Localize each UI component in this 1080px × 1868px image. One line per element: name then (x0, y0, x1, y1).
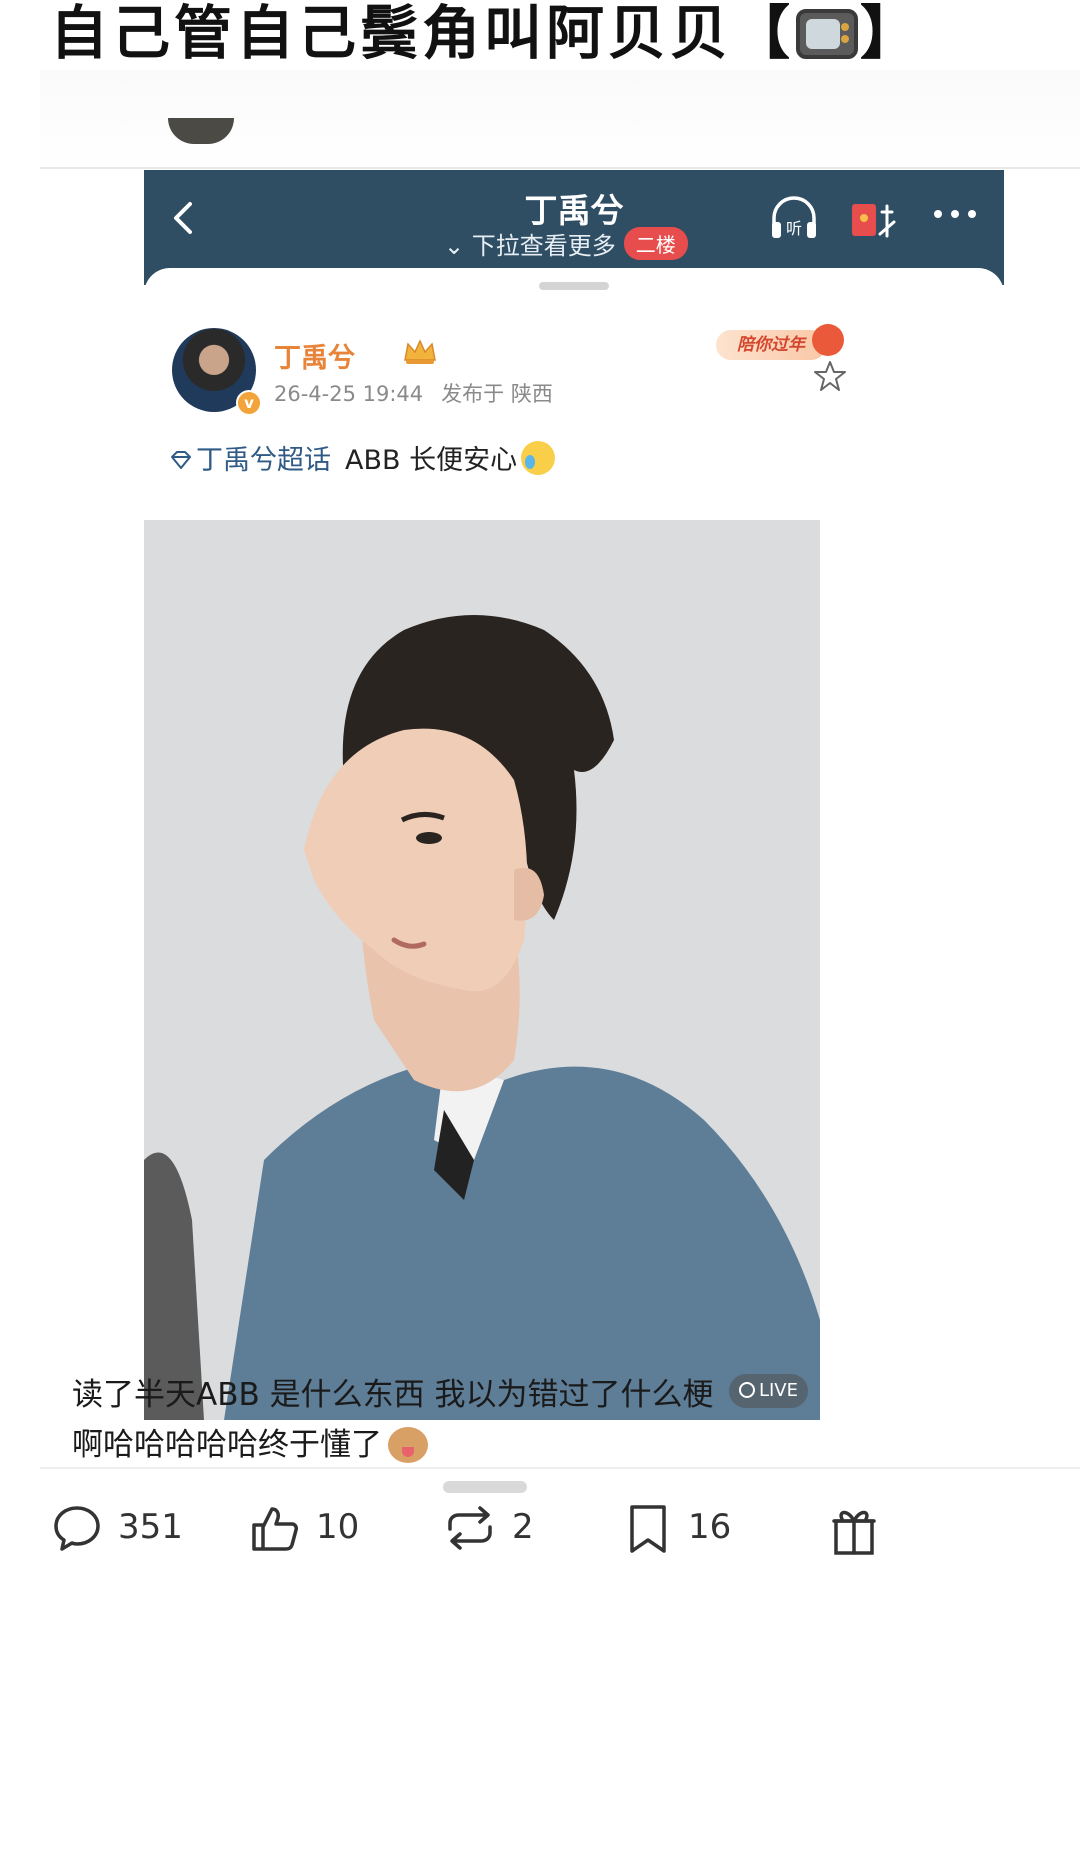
festival-badge: 陪你过年 (716, 330, 826, 360)
drag-handle[interactable] (539, 282, 609, 290)
repost-count: 2 (512, 1507, 534, 1547)
floor-badge: 二楼 (623, 227, 688, 260)
lantern-icon (812, 324, 844, 356)
post-text: 丁禹兮超话 ABB 长便安心 (168, 438, 556, 477)
gift-icon[interactable] (832, 1503, 876, 1555)
red-packet-icon[interactable] (848, 194, 898, 242)
dog-tongue-emoji-icon (388, 1427, 428, 1463)
post-meta: 26-4-25 19:44 发布于 陕西 (274, 378, 553, 408)
like-count: 10 (316, 1507, 360, 1547)
more-options-icon[interactable] (932, 204, 978, 224)
repost-icon (448, 1506, 492, 1550)
thumbs-up-icon (252, 1507, 298, 1551)
headphones-listen-icon[interactable]: 听 (768, 194, 820, 242)
post-time: 26-4-25 19:44 (274, 382, 424, 406)
divider (40, 1467, 1080, 1469)
crying-face-emoji-icon (521, 441, 556, 475)
divider (40, 167, 1080, 169)
user-name[interactable]: 丁禹兮 (274, 336, 355, 375)
action-bar: 351 10 2 16 (0, 1495, 1080, 1565)
post-source: 发布于 陕西 (441, 382, 553, 406)
favorite-button[interactable]: 16 (626, 1495, 756, 1565)
topic-link[interactable]: 丁禹兮超话 (196, 445, 331, 476)
comment-bubble-icon (54, 1506, 100, 1551)
post-body: ABB 长便安心 (345, 445, 518, 476)
bookmark-icon (630, 1505, 666, 1553)
header-subtitle[interactable]: ⌄ 下拉查看更多 二楼 (444, 226, 688, 261)
like-button[interactable]: 10 (250, 1495, 380, 1565)
pull-down-hint: ⌄ 下拉查看更多 (444, 232, 616, 260)
post-title-text: 自己管自己鬓角叫阿贝贝【 (50, 0, 795, 67)
portrait-illustration (144, 520, 820, 1420)
post-title-end: 】 (860, 0, 923, 67)
verified-badge: v (236, 390, 262, 416)
svg-text:听: 听 (786, 219, 802, 238)
favorite-count: 16 (688, 1507, 732, 1547)
post-title: 自己管自己鬓角叫阿贝贝【】 (50, 0, 922, 70)
home-indicator (443, 1481, 527, 1493)
post-photo[interactable]: LIVE (144, 520, 820, 1420)
post-caption: 读了半天ABB 是什么东西 我以为错过了什么梗 啊哈哈哈哈哈终于懂了 (72, 1370, 932, 1470)
caption-line-2-wrap: 啊哈哈哈哈哈终于懂了 (72, 1420, 932, 1470)
diamond-topic-icon (171, 451, 191, 469)
tv-icon (796, 9, 859, 59)
comment-count: 351 (118, 1507, 183, 1547)
star-icon[interactable] (812, 358, 848, 394)
vip-crown-icon (404, 339, 436, 364)
repost-button[interactable]: 2 (442, 1495, 552, 1565)
comment-button[interactable]: 351 (52, 1495, 202, 1565)
caption-line-2: 啊哈哈哈哈哈终于懂了 (72, 1427, 382, 1463)
caption-line-1: 读了半天ABB 是什么东西 我以为错过了什么梗 (72, 1377, 714, 1413)
